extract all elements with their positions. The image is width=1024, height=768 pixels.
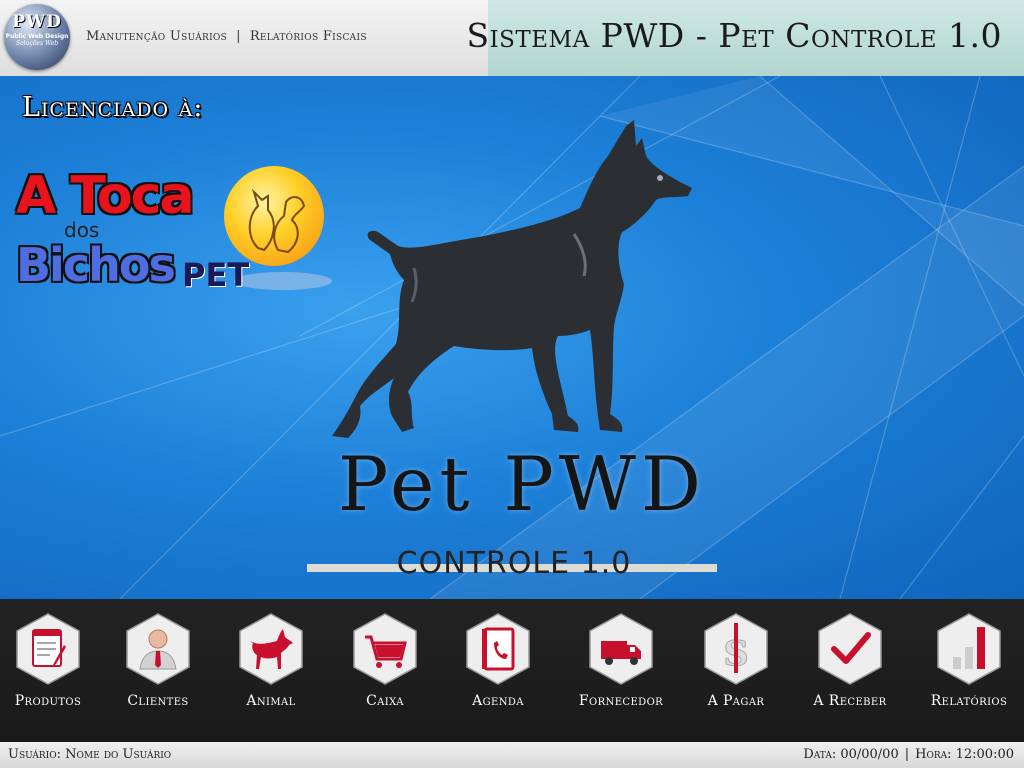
- client-logo-line1: A Toca: [16, 166, 195, 226]
- client-logo-line4: PET: [182, 256, 250, 294]
- status-bar: Usuário: Nome do Usuário Data: 00/00/00 |…: [0, 742, 1024, 768]
- title-area: Sistema PWD - Pet Controle 1.0: [466, 0, 1024, 76]
- nav-separator: |: [236, 29, 241, 44]
- nav-manutencao-usuarios[interactable]: Manutenção Usuários: [86, 29, 227, 44]
- shopping-cart-icon: [353, 613, 417, 685]
- toolbar-label: Fornecedor: [578, 693, 664, 709]
- toolbar-label: A Receber: [813, 693, 887, 709]
- truck-icon: [589, 613, 653, 685]
- bar-chart-icon: [937, 613, 1001, 685]
- dollar-icon: $: [704, 613, 768, 685]
- toolbar-button-fornecedor[interactable]: Fornecedor: [566, 613, 676, 733]
- toolbar-button-a-receber[interactable]: A Receber: [795, 613, 905, 733]
- toolbar-label: Clientes: [127, 693, 189, 709]
- logo-subtitle-2: Soluções Web: [15, 40, 59, 47]
- toolbar-label: Animal: [246, 693, 296, 709]
- toolbar-label: A Pagar: [707, 693, 765, 709]
- cat-dog-sun-icon: [224, 166, 324, 266]
- phone-book-icon: [466, 613, 530, 685]
- logo-text: PWD: [12, 12, 62, 32]
- module-toolbar: Produtos Clientes Animal Caixa Agenda Fo…: [0, 599, 1024, 742]
- pwd-logo: PWD Public Web Design Soluções Web: [4, 4, 70, 70]
- status-datetime: Data: 00/00/00 | Hora: 12:00:00: [803, 747, 1014, 762]
- toolbar-label: Agenda: [472, 693, 524, 709]
- product-name: Pet PWD: [337, 440, 707, 528]
- product-subtitle: CONTROLE 1.0: [396, 546, 632, 581]
- toolbar-button-animal[interactable]: Animal: [216, 613, 326, 733]
- doberman-icon: [332, 120, 692, 438]
- checkmark-icon: [818, 613, 882, 685]
- toolbar-label: Caixa: [366, 693, 404, 709]
- toolbar-button-agenda[interactable]: Agenda: [443, 613, 553, 733]
- toolbar-button-relatorios[interactable]: Relatórios: [914, 613, 1024, 733]
- main-area: Licenciado à: A Toca dos Bichos PET Pet …: [0, 76, 1024, 599]
- status-user: Usuário: Nome do Usuário: [8, 747, 172, 762]
- top-bar: PWD Public Web Design Soluções Web Manut…: [0, 0, 1024, 76]
- status-time: Hora: 12:00:00: [915, 747, 1014, 762]
- toolbar-label: Relatórios: [930, 693, 1008, 709]
- status-separator: |: [904, 747, 910, 762]
- toolbar-button-clientes[interactable]: Clientes: [103, 613, 213, 733]
- toolbar-button-a-pagar[interactable]: $ A Pagar: [681, 613, 791, 733]
- toolbar-button-produtos[interactable]: Produtos: [0, 613, 103, 733]
- businessman-icon: [126, 613, 190, 685]
- client-logo: A Toca dos Bichos PET: [6, 122, 332, 302]
- nav-relatorios-fiscais[interactable]: Relatórios Fiscais: [250, 29, 367, 44]
- top-navigation: Manutenção Usuários | Relatórios Fiscais: [86, 29, 367, 44]
- logo-subtitle: Public Web Design: [5, 33, 69, 40]
- license-label: Licenciado à:: [22, 92, 204, 123]
- app-title: Sistema PWD - Pet Controle 1.0: [466, 16, 1002, 55]
- dog-icon: [239, 613, 303, 685]
- notepad-pencil-icon: [16, 613, 80, 685]
- toolbar-button-caixa[interactable]: Caixa: [330, 613, 440, 733]
- top-menu-area: PWD Public Web Design Soluções Web Manut…: [0, 0, 488, 76]
- client-logo-line3: Bichos: [16, 238, 176, 292]
- status-date: Data: 00/00/00: [803, 747, 899, 762]
